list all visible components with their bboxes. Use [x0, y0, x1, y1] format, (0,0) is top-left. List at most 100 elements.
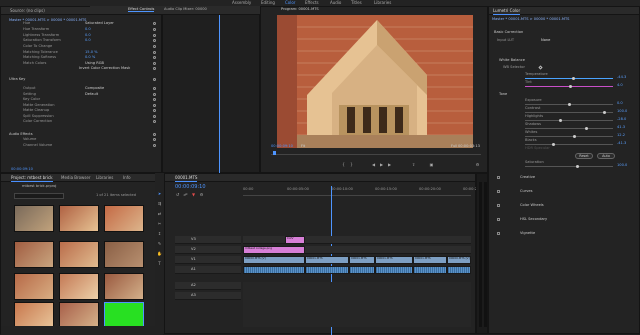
contrast-value[interactable]: 100.0 [617, 109, 627, 114]
highlights-slider-knob[interactable] [558, 119, 562, 122]
tint-value[interactable]: 4.0 [617, 83, 623, 88]
thumbnail-10[interactable] [14, 302, 54, 329]
thumbnail-7[interactable] [14, 273, 54, 300]
whites-value[interactable]: 12.2 [617, 133, 625, 138]
clip-v3[interactable]: ColV [285, 236, 305, 244]
whites-slider[interactable] [525, 135, 613, 138]
exposure-value[interactable]: 0.0 [617, 101, 623, 106]
saturation-slider-knob[interactable] [576, 165, 580, 168]
workspace-tab-effects[interactable]: Effects [305, 0, 319, 5]
contrast-slider-knob[interactable] [602, 111, 606, 114]
play-icon[interactable]: ▶ [379, 162, 384, 167]
timeline-settings-icon[interactable]: ⚙ [199, 192, 204, 197]
contrast-slider[interactable] [525, 111, 613, 114]
workspace-tab-assembly[interactable]: Assembly [232, 0, 251, 5]
workspace-tab-color[interactable]: Color [285, 0, 295, 5]
keyframe-toggle-icon[interactable] [153, 104, 156, 107]
thumbnail-green-screen[interactable] [104, 302, 144, 329]
keyframe-toggle-icon[interactable] [153, 93, 156, 96]
track-header-v2[interactable]: V2 [175, 246, 241, 254]
tab-sequence[interactable]: 00001.MTS [175, 175, 198, 182]
text-tool-icon[interactable]: T [157, 261, 162, 266]
timeline-timecode[interactable]: 00:00:09:10 [175, 185, 206, 190]
effect-row-value[interactable]: 0.0 [85, 27, 91, 32]
clip-v1[interactable]: 00000.MTS [V] [243, 256, 305, 264]
lumetri-section-color-wheels[interactable]: Color Wheels [520, 203, 544, 208]
thumbnail-3[interactable] [104, 205, 144, 232]
mark-out-icon[interactable]: } [349, 162, 354, 167]
track-header-v1[interactable]: V1 [175, 256, 241, 264]
effect-row-value[interactable]: 0.0 [85, 38, 91, 43]
track-header-a1[interactable]: A1 [175, 266, 241, 274]
timeline-ruler[interactable]: 00:00 00:00:05:00 00:00:10:00 00:00:15:00 00… [243, 186, 485, 196]
selection-tool-icon[interactable]: ➤ [157, 191, 162, 196]
keyframe-toggle-icon[interactable] [153, 51, 156, 54]
workspace-tab-titles[interactable]: Titles [351, 0, 362, 5]
clip-v1[interactable]: 00000.MTS [V] [447, 256, 471, 264]
mark-in-icon[interactable]: { [341, 162, 346, 167]
keyframe-toggle-icon[interactable] [153, 144, 156, 147]
tint-slider[interactable] [525, 85, 613, 88]
ripple-edit-icon[interactable]: ⇄ [157, 211, 162, 216]
pen-tool-icon[interactable]: ✎ [157, 241, 162, 246]
clip-v1[interactable]: 00001.MTS [349, 256, 375, 264]
saturation-slider[interactable] [525, 165, 613, 168]
thumbnail-9[interactable] [104, 273, 144, 300]
whites-slider-knob[interactable] [572, 135, 576, 138]
clip-a1[interactable] [413, 266, 447, 274]
lift-icon[interactable]: ⇧ [411, 162, 416, 167]
program-timecode[interactable]: 00:00:09:10 [271, 144, 293, 149]
eyedropper-icon[interactable] [538, 65, 543, 70]
settings-icon[interactable]: ⚙ [475, 162, 480, 167]
highlights-slider[interactable] [525, 119, 613, 122]
reset-button[interactable]: Reset [575, 153, 593, 159]
step-back-icon[interactable]: ◀ [371, 162, 376, 167]
tab-project[interactable]: Project: mtbest brick [11, 175, 53, 182]
temperature-slider[interactable] [525, 77, 613, 80]
keyframe-toggle-icon[interactable] [153, 87, 156, 90]
blacks-value[interactable]: -41.3 [617, 141, 626, 146]
clip-v1[interactable]: 00001.MTS [413, 256, 447, 264]
lumetri-section-vignette[interactable]: Vignette [520, 231, 535, 236]
keyframe-toggle-icon[interactable] [153, 45, 156, 48]
thumbnail-6[interactable] [104, 241, 144, 268]
razor-icon[interactable]: ✂ [157, 221, 162, 226]
shadows-slider-knob[interactable] [585, 127, 589, 130]
thumbnail-2[interactable] [59, 205, 99, 232]
clip-a1[interactable] [375, 266, 413, 274]
basic-correction-header[interactable]: Basic Correction [494, 30, 523, 35]
track-lane-v3[interactable] [243, 236, 471, 244]
quality-dropdown[interactable]: Full [451, 144, 457, 149]
saturation-value[interactable]: 100.0 [617, 163, 627, 168]
keyframe-toggle-icon[interactable] [153, 78, 156, 81]
shadows-value[interactable]: 41.3 [617, 125, 625, 130]
section-enable-checkbox[interactable] [497, 176, 500, 179]
keyframe-toggle-icon[interactable] [153, 109, 156, 112]
keyframe-toggle-icon[interactable] [153, 22, 156, 25]
tab-info[interactable]: Info [123, 175, 131, 181]
clip-v2-collage[interactable]: mtbest collage.png [243, 246, 305, 254]
keyframe-toggle-icon[interactable] [153, 115, 156, 118]
section-enable-checkbox[interactable] [497, 204, 500, 207]
tab-effect-controls[interactable]: Effect Controls [128, 7, 155, 12]
keyframe-toggle-icon[interactable] [153, 62, 156, 65]
effect-row-value[interactable]: Invert Color Correction Mask [79, 66, 130, 71]
track-header-a2[interactable]: A2 [175, 282, 241, 290]
clip-a1[interactable] [349, 266, 375, 274]
clip-v1[interactable]: 00001.MTS [375, 256, 413, 264]
export-frame-icon[interactable]: ▣ [429, 162, 434, 167]
keyframe-toggle-icon[interactable] [153, 67, 156, 70]
search-input[interactable] [14, 193, 64, 199]
keyframe-toggle-icon[interactable] [153, 28, 156, 31]
exposure-slider[interactable] [525, 103, 613, 106]
clip-a1[interactable] [243, 266, 305, 274]
keyframe-toggle-icon[interactable] [153, 120, 156, 123]
thumbnail-8[interactable] [59, 273, 99, 300]
blacks-slider[interactable] [525, 143, 613, 146]
tab-lumetri-color[interactable]: Lumetri Color [493, 8, 521, 15]
add-marker-icon[interactable]: ▼ [191, 192, 196, 197]
thumbnail-5[interactable] [59, 241, 99, 268]
section-enable-checkbox[interactable] [497, 232, 500, 235]
temperature-slider-knob[interactable] [571, 77, 575, 80]
keyframe-toggle-icon[interactable] [153, 39, 156, 42]
